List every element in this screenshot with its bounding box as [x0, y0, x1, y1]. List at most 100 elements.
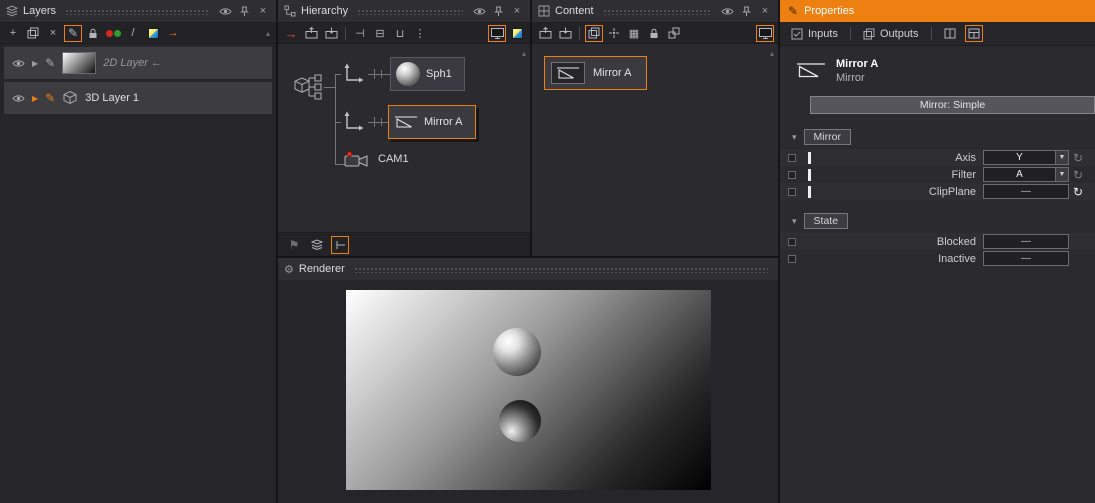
- filter-reset-icon[interactable]: ↻: [1069, 168, 1087, 182]
- section-title-state[interactable]: State: [804, 213, 849, 229]
- mirror-mode-button[interactable]: Mirror: Simple: [810, 96, 1095, 114]
- clipplane-checkbox[interactable]: [788, 188, 796, 196]
- pencil-icon[interactable]: ✎: [45, 56, 55, 70]
- close-icon[interactable]: ×: [510, 3, 524, 19]
- properties-tabs: Inputs Outputs: [780, 22, 1095, 46]
- eye-icon[interactable]: [720, 3, 734, 19]
- scroll-up-icon[interactable]: ▴: [768, 49, 776, 58]
- inactive-checkbox[interactable]: [788, 255, 796, 263]
- eye-icon[interactable]: [472, 3, 486, 19]
- layer-row-3d[interactable]: ▶ ✎ 3D Layer 1: [4, 82, 272, 114]
- collapse-node-icon[interactable]: ⊣: [351, 25, 369, 42]
- mirror-icon: [551, 62, 585, 84]
- inactive-field[interactable]: —: [983, 251, 1069, 266]
- render-viewport[interactable]: [346, 290, 711, 490]
- close-icon[interactable]: ×: [256, 3, 270, 19]
- sphere-thumbnail: [396, 62, 420, 86]
- layer-list: ▶ ✎ 2D Layer ← ▶ ✎ 3D Layer 1: [0, 44, 276, 503]
- header-dots: [354, 266, 768, 273]
- eye-icon[interactable]: [218, 3, 232, 19]
- import-node-button[interactable]: [302, 25, 320, 42]
- hierarchy-panel-icon: [284, 5, 296, 17]
- scene-root-icon[interactable]: [292, 72, 324, 102]
- chevron-down-icon[interactable]: ▾: [792, 216, 797, 227]
- locate-content-icon[interactable]: [605, 25, 623, 42]
- hierarchy-title: Hierarchy: [301, 5, 348, 17]
- split-view-button[interactable]: [941, 25, 959, 42]
- clipplane-reset-icon[interactable]: ↻: [1069, 185, 1087, 199]
- follow-selection-icon[interactable]: →: [282, 25, 300, 42]
- preview-monitor-button[interactable]: [756, 25, 774, 42]
- collapse-all-icon[interactable]: ⊟: [371, 25, 389, 42]
- group-content-icon[interactable]: [665, 25, 683, 42]
- content-panel-icon: [538, 5, 550, 17]
- layers-panel: Layers × + × ✎ / →: [0, 0, 276, 503]
- duplicate-layer-button[interactable]: [24, 25, 42, 42]
- axis-label: Axis: [811, 152, 983, 164]
- axis-node-icon[interactable]: [341, 62, 365, 86]
- export-content-button[interactable]: [556, 25, 574, 42]
- grid-view-icon[interactable]: ▦: [625, 25, 643, 42]
- clipplane-field[interactable]: —: [983, 184, 1069, 199]
- tree-node-sphere[interactable]: Sph1: [390, 57, 465, 91]
- expand-arrow-icon[interactable]: ▶: [32, 94, 38, 103]
- pencil-icon[interactable]: ✎: [45, 91, 55, 105]
- outputs-icon: [863, 28, 875, 40]
- add-layer-button[interactable]: +: [4, 25, 22, 42]
- node-type: Mirror: [836, 72, 878, 84]
- lock-layer-button[interactable]: [84, 25, 102, 42]
- close-icon[interactable]: ×: [758, 3, 772, 19]
- expand-arrow-icon[interactable]: ▶: [32, 59, 38, 68]
- preview-monitor-button[interactable]: [488, 25, 506, 42]
- jump-to-layer-button[interactable]: →: [164, 25, 182, 42]
- eye-icon[interactable]: [12, 94, 25, 103]
- blocked-field[interactable]: —: [983, 234, 1069, 249]
- pin-icon[interactable]: [237, 3, 251, 19]
- tree-node-label: CAM1: [378, 153, 409, 165]
- eye-icon[interactable]: [12, 59, 25, 68]
- layout-mode-button[interactable]: [965, 25, 983, 42]
- prop-row-inactive: Inactive — ↻: [780, 250, 1095, 267]
- filter-checkbox[interactable]: [788, 171, 796, 179]
- layer-stack-icon[interactable]: [308, 236, 326, 254]
- layer-color-button[interactable]: [144, 25, 162, 42]
- blocked-checkbox[interactable]: [788, 238, 796, 246]
- tab-inputs[interactable]: Inputs: [788, 26, 841, 42]
- delete-layer-button[interactable]: ×: [44, 25, 62, 42]
- axis-checkbox[interactable]: [788, 154, 796, 162]
- export-node-button[interactable]: [322, 25, 340, 42]
- chevron-down-icon[interactable]: ▾: [792, 132, 797, 143]
- record-toggle-button[interactable]: [104, 25, 122, 42]
- content-item-mirror[interactable]: Mirror A: [544, 56, 647, 90]
- prop-row-filter: Filter A ▼ ↻: [780, 166, 1095, 183]
- expand-node-icon[interactable]: ⊔: [391, 25, 409, 42]
- color-scheme-button[interactable]: [508, 25, 526, 42]
- axis-reset-icon[interactable]: ↻: [1069, 151, 1087, 165]
- duplicate-content-button[interactable]: [585, 25, 603, 42]
- axis-node-icon[interactable]: [341, 110, 365, 134]
- pin-icon[interactable]: [491, 3, 505, 19]
- tree-node-camera[interactable]: CAM1: [344, 150, 409, 168]
- pin-icon[interactable]: [739, 3, 753, 19]
- filter-dropdown[interactable]: A ▼: [983, 167, 1069, 182]
- tree-options-icon[interactable]: ⋮: [411, 25, 429, 42]
- layer-row-2d[interactable]: ▶ ✎ 2D Layer ←: [4, 47, 272, 79]
- scroll-up-icon[interactable]: ▴: [264, 29, 272, 38]
- edit-layer-button[interactable]: ✎: [64, 25, 82, 42]
- tree-node-label: Sph1: [426, 68, 452, 80]
- content-header: Content ×: [532, 0, 778, 22]
- import-content-button[interactable]: [536, 25, 554, 42]
- tree-mode-button[interactable]: [331, 236, 349, 254]
- tab-outputs[interactable]: Outputs: [860, 26, 922, 42]
- section-title-mirror[interactable]: Mirror: [804, 129, 851, 145]
- slash-button[interactable]: /: [124, 25, 142, 42]
- tree-node-mirror[interactable]: Mirror A: [388, 105, 476, 139]
- camera-icon: [344, 150, 370, 168]
- lock-content-button[interactable]: [645, 25, 663, 42]
- axis-dropdown[interactable]: Y ▼: [983, 150, 1069, 165]
- scroll-up-icon[interactable]: ▴: [520, 49, 528, 58]
- bookmark-icon[interactable]: ⚑: [285, 236, 303, 254]
- layers-title: Layers: [23, 5, 56, 17]
- filter-label: Filter: [811, 169, 983, 181]
- filter-value: A: [984, 168, 1055, 181]
